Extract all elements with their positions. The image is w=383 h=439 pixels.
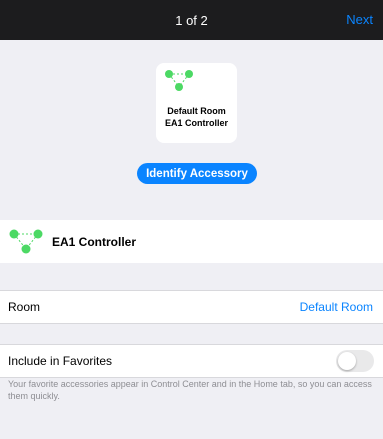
- network-nodes-icon: [165, 70, 193, 91]
- favorites-footer-note: Your favorite accessories appear in Cont…: [8, 379, 372, 401]
- tile-accessory-name: EA1 Controller: [164, 118, 228, 128]
- divider: [0, 323, 383, 324]
- favorites-toggle[interactable]: [336, 350, 374, 372]
- room-value[interactable]: Default Room: [300, 300, 373, 314]
- room-row[interactable]: Room Default Room: [0, 291, 383, 323]
- toggle-knob: [338, 352, 356, 370]
- room-label: Room: [8, 300, 41, 314]
- identify-accessory-button[interactable]: Identify Accessory: [137, 163, 257, 184]
- favorites-label: Include in Favorites: [8, 354, 113, 368]
- accessory-name-row[interactable]: EA1 Controller: [0, 220, 383, 263]
- page-title: 1 of 2: [175, 12, 208, 28]
- favorites-row: Include in Favorites: [0, 345, 383, 377]
- tile-room-name: Default Room: [167, 106, 226, 116]
- network-nodes-icon: [9, 229, 43, 254]
- accessory-tile: Default Room EA1 Controller: [156, 63, 237, 143]
- accessory-name: EA1 Controller: [52, 235, 137, 249]
- next-button[interactable]: Next: [346, 12, 373, 27]
- navigation-bar: 1 of 2 Next: [0, 0, 383, 40]
